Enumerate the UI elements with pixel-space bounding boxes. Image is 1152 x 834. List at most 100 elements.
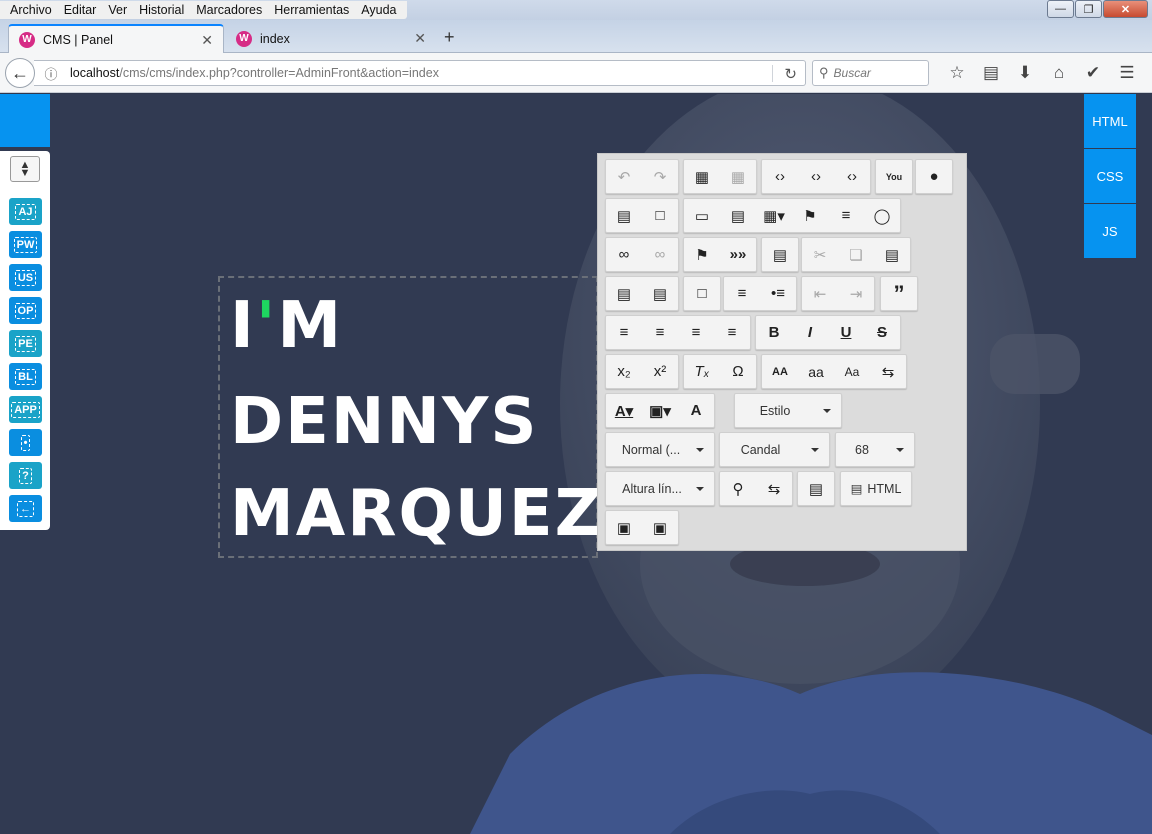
redo-icon[interactable]: ↷ bbox=[642, 160, 678, 193]
source-code-icon[interactable]: ‹› bbox=[798, 160, 834, 193]
subscript-icon[interactable]: x₂ bbox=[606, 355, 642, 388]
sidebar-item-app[interactable]: APP bbox=[9, 396, 42, 423]
form-icon[interactable]: ▤ bbox=[720, 199, 756, 232]
transform-case-icon[interactable]: ⇆ bbox=[870, 355, 906, 388]
menu-marcadores[interactable]: Marcadores bbox=[190, 1, 268, 19]
underline-button[interactable]: U bbox=[828, 316, 864, 349]
back-button[interactable]: ← bbox=[5, 58, 35, 88]
sidebar-item-pe[interactable]: PE bbox=[9, 330, 42, 357]
tab-close-icon[interactable]: ✕ bbox=[201, 32, 213, 49]
reading-list-icon[interactable]: ▤ bbox=[974, 63, 1008, 83]
search-field[interactable]: ⚲ Buscar bbox=[812, 60, 929, 86]
link-icon[interactable]: ∞ bbox=[606, 238, 642, 271]
sidebar-item-pw[interactable]: PW bbox=[9, 231, 42, 258]
document-icon[interactable]: ▤ bbox=[762, 238, 798, 271]
format-combo[interactable]: Normal (... bbox=[605, 432, 715, 467]
copy-icon[interactable]: ❏ bbox=[838, 238, 874, 271]
button-element-icon[interactable]: ▭ bbox=[684, 199, 720, 232]
italic-button[interactable]: I bbox=[792, 316, 828, 349]
tab-index[interactable]: W index ✕ bbox=[226, 24, 436, 53]
publish-icon[interactable]: ▣ bbox=[642, 511, 678, 544]
flag-block-icon[interactable]: ⚑ bbox=[792, 199, 828, 232]
folder-icon[interactable]: □ bbox=[642, 199, 678, 232]
menu-ayuda[interactable]: Ayuda bbox=[355, 1, 402, 19]
tab-cms-panel[interactable]: W CMS | Panel ✕ bbox=[8, 24, 224, 53]
download-icon[interactable]: ⬇ bbox=[1008, 63, 1042, 83]
bulleted-list-icon[interactable]: •≡ bbox=[760, 277, 796, 310]
restore-icon[interactable]: ❐ bbox=[1075, 0, 1102, 18]
paste-text-icon[interactable]: ▤ bbox=[606, 277, 642, 310]
address-bar[interactable]: ⓘ localhost/cms/cms/index.php?controller… bbox=[34, 60, 806, 86]
indent-icon[interactable]: ⇥ bbox=[838, 277, 874, 310]
pocket-icon[interactable]: ✔ bbox=[1076, 63, 1110, 83]
image-gallery-icon[interactable]: ▦ bbox=[720, 160, 756, 193]
titlecase-button[interactable]: Aa bbox=[834, 355, 870, 388]
menu-historial[interactable]: Historial bbox=[133, 1, 190, 19]
home-icon[interactable]: ⌂ bbox=[1042, 63, 1076, 83]
html-button[interactable]: HTML bbox=[1084, 94, 1136, 148]
background-color-icon[interactable]: ▣▾ bbox=[642, 394, 678, 427]
sidebar-item-bl[interactable]: BL bbox=[9, 363, 42, 390]
uppercase-button[interactable]: AA bbox=[762, 355, 798, 388]
sidebar-item-op[interactable]: OP bbox=[9, 297, 42, 324]
paste-icon[interactable]: ▤ bbox=[874, 238, 910, 271]
minimize-icon[interactable]: — bbox=[1047, 0, 1074, 18]
font-size-combo[interactable]: 68 bbox=[835, 432, 915, 467]
align-center-icon[interactable]: ≡ bbox=[642, 316, 678, 349]
align-right-icon[interactable]: ≡ bbox=[678, 316, 714, 349]
hamburger-menu-icon[interactable]: ☰ bbox=[1110, 63, 1144, 83]
section-icon[interactable]: ▤ bbox=[606, 199, 642, 232]
code-block-icon[interactable]: ‹› bbox=[762, 160, 798, 193]
font-combo[interactable]: Candal bbox=[719, 432, 830, 467]
align-left-icon[interactable]: ≡ bbox=[606, 316, 642, 349]
reload-icon[interactable]: ↻ bbox=[784, 65, 797, 83]
sidebar-item-exit[interactable]: ← bbox=[9, 495, 42, 522]
paste-word-icon[interactable]: ▤ bbox=[642, 277, 678, 310]
youtube-icon[interactable]: You bbox=[876, 160, 912, 193]
anchor-flag-icon[interactable]: ⚑ bbox=[684, 238, 720, 271]
menu-ver[interactable]: Ver bbox=[102, 1, 133, 19]
templates-icon[interactable]: ▤ bbox=[798, 472, 834, 505]
new-page-icon[interactable]: □ bbox=[684, 277, 720, 310]
close-window-icon[interactable]: ✕ bbox=[1103, 0, 1148, 18]
table-icon[interactable]: ▦▾ bbox=[756, 199, 792, 232]
headline-line-3[interactable]: MARQUEZ. bbox=[230, 479, 629, 549]
find-icon[interactable]: ⚲ bbox=[720, 472, 756, 505]
menu-archivo[interactable]: Archivo bbox=[4, 1, 58, 19]
headline-line-1[interactable]: I'M bbox=[230, 291, 343, 361]
sidebar-item-help[interactable]: ? bbox=[9, 462, 42, 489]
bold-button[interactable]: B bbox=[756, 316, 792, 349]
horizontal-rule-icon[interactable]: ≡ bbox=[828, 199, 864, 232]
show-blocks-icon[interactable]: »» bbox=[720, 238, 756, 271]
text-shadow-icon[interactable]: A bbox=[678, 394, 714, 427]
numbered-list-icon[interactable]: ≡ bbox=[724, 277, 760, 310]
align-justify-icon[interactable]: ≡ bbox=[714, 316, 750, 349]
unlink-icon[interactable]: ∞ bbox=[642, 238, 678, 271]
strikethrough-button[interactable]: S bbox=[864, 316, 900, 349]
replace-icon[interactable]: ⇆ bbox=[756, 472, 792, 505]
sidebar-item-aj[interactable]: AJ bbox=[9, 198, 42, 225]
blockquote-icon[interactable]: ” bbox=[881, 277, 917, 310]
image-icon[interactable]: ▦ bbox=[684, 160, 720, 193]
info-icon[interactable]: ⓘ bbox=[40, 64, 62, 83]
globe-icon[interactable]: ◯ bbox=[864, 199, 900, 232]
cut-icon[interactable]: ✂ bbox=[802, 238, 838, 271]
js-button[interactable]: JS bbox=[1084, 204, 1136, 258]
undo-icon[interactable]: ↶ bbox=[606, 160, 642, 193]
iframe-icon[interactable]: ‹› bbox=[834, 160, 870, 193]
outdent-icon[interactable]: ⇤ bbox=[802, 277, 838, 310]
text-color-icon[interactable]: A▾ bbox=[606, 394, 642, 427]
sidebar-item-us[interactable]: US bbox=[9, 264, 42, 291]
sidebar-item-target[interactable]: • bbox=[9, 429, 42, 456]
menu-editar[interactable]: Editar bbox=[58, 1, 103, 19]
save-icon[interactable]: ▣ bbox=[606, 511, 642, 544]
remove-format-icon[interactable]: Tₓ bbox=[684, 355, 720, 388]
style-combo[interactable]: Estilo bbox=[734, 393, 842, 428]
lowercase-button[interactable]: aa bbox=[798, 355, 834, 388]
superscript-icon[interactable]: x² bbox=[642, 355, 678, 388]
tab-close-icon[interactable]: ✕ bbox=[414, 30, 426, 47]
bookmark-star-icon[interactable]: ☆ bbox=[940, 63, 974, 83]
css-button[interactable]: CSS bbox=[1084, 149, 1136, 203]
special-char-icon[interactable]: Ω bbox=[720, 355, 756, 388]
headline-line-2[interactable]: DENNYS bbox=[230, 387, 538, 457]
